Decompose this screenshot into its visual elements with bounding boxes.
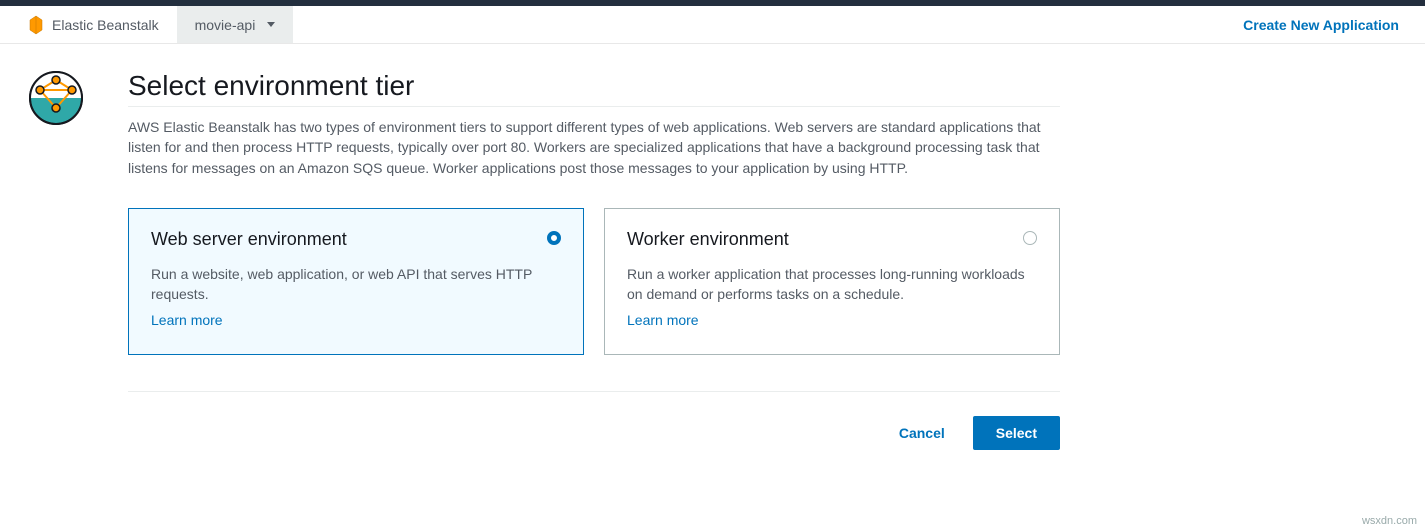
page-description: AWS Elastic Beanstalk has two types of e… <box>128 117 1060 178</box>
learn-more-link[interactable]: Learn more <box>627 312 699 328</box>
learn-more-link[interactable]: Learn more <box>151 312 223 328</box>
breadcrumb-application[interactable]: movie-api <box>177 6 294 43</box>
beanstalk-icon <box>28 15 44 35</box>
main-content: Select environment tier AWS Elastic Bean… <box>128 70 1100 480</box>
breadcrumb-service[interactable]: Elastic Beanstalk <box>0 6 177 43</box>
breadcrumb-service-label: Elastic Beanstalk <box>52 17 159 33</box>
tier-card-web-server[interactable]: Web server environment Run a website, we… <box>128 208 584 356</box>
tier-description: Run a worker application that processes … <box>627 264 1037 305</box>
radio-selected-icon[interactable] <box>547 231 561 245</box>
tier-card-worker[interactable]: Worker environment Run a worker applicat… <box>604 208 1060 356</box>
page-body: Select environment tier AWS Elastic Bean… <box>0 44 1100 480</box>
watermark: wsxdn.com <box>1362 515 1417 527</box>
page-title: Select environment tier <box>128 70 1060 107</box>
tier-description: Run a website, web application, or web A… <box>151 264 561 305</box>
select-button[interactable]: Select <box>973 416 1060 450</box>
cancel-button[interactable]: Cancel <box>879 417 965 449</box>
create-new-application-link[interactable]: Create New Application <box>1217 6 1425 43</box>
radio-unselected-icon[interactable] <box>1023 231 1037 245</box>
breadcrumb: Elastic Beanstalk movie-api Create New A… <box>0 6 1425 44</box>
tier-options: Web server environment Run a website, we… <box>128 208 1060 356</box>
footer-actions: Cancel Select <box>128 391 1060 480</box>
tier-title: Worker environment <box>627 229 1037 250</box>
tier-title: Web server environment <box>151 229 561 250</box>
environment-tier-icon <box>28 70 84 126</box>
breadcrumb-application-label: movie-api <box>195 17 256 33</box>
chevron-down-icon <box>267 22 275 27</box>
